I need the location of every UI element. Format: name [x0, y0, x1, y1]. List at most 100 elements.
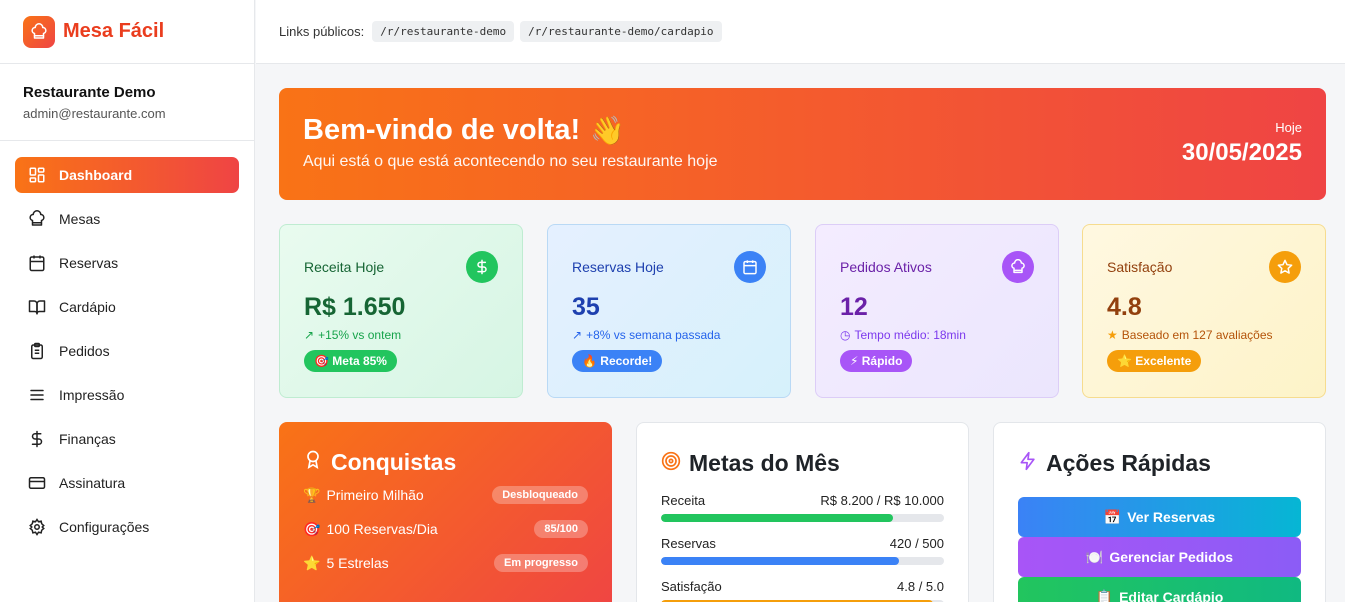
monthly-goals-title: Metas do Mês	[661, 447, 944, 479]
credit-card-icon	[27, 473, 47, 493]
dollar-icon	[27, 429, 47, 449]
quick-actions-panel: Ações Rápidas 📅 Ver Reservas 🍽️ Gerenciar …	[993, 422, 1326, 602]
public-link-menu[interactable]: /r/restaurante-demo/cardapio	[520, 21, 722, 42]
stat-label: Pedidos Ativos	[840, 259, 932, 275]
sidebar-item-label: Cardápio	[59, 299, 116, 315]
sidebar-item-label: Mesas	[59, 211, 101, 227]
quick-actions-title-text: Ações Rápidas	[1046, 449, 1211, 476]
star-icon: ⭐	[303, 554, 321, 571]
sidebar-item-label: Dashboard	[59, 167, 133, 183]
stat-label: Satisfação	[1107, 259, 1173, 275]
button-label: Editar Cardápio	[1119, 589, 1224, 602]
calendar-icon: 📅	[1103, 508, 1122, 525]
sidebar-item-reservas[interactable]: Reservas	[15, 245, 239, 281]
calendar-icon	[27, 253, 47, 273]
stat-label: Reservas Hoje	[572, 259, 664, 275]
sidebar-nav: Dashboard Mesas Reservas Cardápio Pedido…	[0, 141, 254, 545]
target-icon: 🎯	[303, 520, 321, 537]
sidebar-item-mesas[interactable]: Mesas	[15, 201, 239, 237]
goal-label: Satisfação	[661, 579, 722, 594]
stat-card-active-orders: Pedidos Ativos 12 ◷ Tempo médio: 18min ⚡ …	[815, 224, 1059, 398]
brand[interactable]: Mesa Fácil	[0, 0, 254, 64]
sidebar-item-assinatura[interactable]: Assinatura	[15, 465, 239, 501]
stat-badge: ⭐ Excelente	[1107, 350, 1202, 372]
achievement-status-badge: 85/100	[534, 520, 588, 538]
stat-card-reservations: Reservas Hoje 35 ↗ +8% vs semana passada …	[547, 224, 791, 398]
sidebar-item-label: Pedidos	[59, 343, 110, 359]
sidebar-item-pedidos[interactable]: Pedidos	[15, 333, 239, 369]
stat-trend-text: +8% vs semana passada	[586, 328, 721, 342]
goal-progress-fill	[661, 557, 899, 565]
gear-icon	[27, 517, 47, 537]
clipboard-icon: 📋	[1095, 588, 1114, 602]
sidebar-item-financas[interactable]: Finanças	[15, 421, 239, 457]
achievements-title-text: Conquistas	[331, 448, 457, 475]
menu-lines-icon	[27, 385, 47, 405]
achievements-title: Conquistas	[303, 446, 588, 478]
view-reservations-button[interactable]: 📅 Ver Reservas	[1018, 497, 1301, 537]
account-email: admin@restaurante.com	[23, 106, 166, 121]
today-date-block: Hoje 30/05/2025	[1182, 120, 1302, 167]
trending-up-icon: ↗	[304, 328, 315, 342]
goal-label: Reservas	[661, 536, 716, 551]
goal-value: R$ 8.200 / R$ 10.000	[820, 493, 944, 508]
edit-menu-button[interactable]: 📋 Editar Cardápio	[1018, 577, 1301, 602]
goal-label: Receita	[661, 493, 706, 508]
goal-row: Satisfação 4.8 / 5.0	[661, 579, 944, 602]
sidebar-item-configuracoes[interactable]: Configurações	[15, 509, 239, 545]
stat-value: 12	[840, 293, 868, 321]
stat-trend: ◷ Tempo médio: 18min	[840, 328, 1034, 342]
welcome-title-text: Bem-vindo de volta!	[303, 114, 581, 146]
stat-value: 4.8	[1107, 293, 1142, 321]
chef-hat-icon	[27, 209, 47, 229]
grid-icon	[27, 165, 47, 185]
stat-value: 35	[572, 293, 600, 321]
sidebar-item-cardapio[interactable]: Cardápio	[15, 289, 239, 325]
sidebar-item-label: Reservas	[59, 255, 119, 271]
quick-actions-title: Ações Rápidas	[1018, 447, 1301, 479]
stat-trend: ↗ +8% vs semana passada	[572, 328, 766, 342]
welcome-subtitle: Aqui está o que está acontecendo no seu …	[303, 153, 718, 170]
goal-value: 420 / 500	[889, 536, 944, 551]
account-info: Restaurante Demo admin@restaurante.com	[0, 64, 254, 141]
sidebar-item-label: Assinatura	[59, 475, 126, 491]
today-label: Hoje	[1275, 120, 1302, 135]
achievement-status-badge: Em progresso	[494, 554, 588, 572]
achievement-item: 🏆 Primeiro Milhão Desbloqueado	[303, 478, 588, 512]
clipboard-icon	[27, 341, 47, 361]
lightning-icon	[1018, 450, 1038, 477]
achievement-label: 5 Estrelas	[326, 555, 389, 571]
chef-hat-icon	[23, 15, 55, 48]
sidebar-item-dashboard[interactable]: Dashboard	[15, 157, 239, 193]
welcome-title: Bem-vindo de volta! 👋	[303, 114, 1302, 147]
public-links-label: Links públicos:	[279, 24, 365, 39]
sidebar: Mesa Fácil Restaurante Demo admin@restau…	[0, 0, 255, 602]
manage-orders-button[interactable]: 🍽️ Gerenciar Pedidos	[1018, 537, 1301, 577]
goal-progress-bar	[661, 557, 944, 565]
stat-value: R$ 1.650	[304, 293, 406, 321]
top-bar: Links públicos: /r/restaurante-demo /r/r…	[256, 0, 1345, 64]
stat-label: Receita Hoje	[304, 259, 385, 275]
sidebar-item-label: Finanças	[59, 431, 116, 447]
award-icon	[303, 448, 323, 476]
stat-badge: 🎯 Meta 85%	[304, 350, 397, 372]
stat-trend: ★ Baseado em 127 avaliações	[1107, 328, 1301, 342]
stat-card-revenue: Receita Hoje R$ 1.650 ↗ +15% vs ontem 🎯 M…	[279, 224, 523, 398]
stat-badge: 🔥 Recorde!	[572, 350, 663, 372]
calendar-icon	[734, 251, 766, 283]
star-icon: ★	[1107, 328, 1118, 342]
achievement-label: 100 Reservas/Dia	[326, 521, 438, 537]
goal-progress-bar	[661, 514, 944, 522]
button-label: Ver Reservas	[1127, 509, 1216, 525]
target-icon	[661, 450, 681, 477]
today-date: 30/05/2025	[1181, 139, 1302, 166]
sidebar-item-impressao[interactable]: Impressão	[15, 377, 239, 413]
monthly-goals-panel: Metas do Mês Receita R$ 8.200 / R$ 10.000…	[636, 422, 969, 602]
trending-up-icon: ↗	[572, 328, 583, 342]
stat-trend-text: Baseado em 127 avaliações	[1121, 328, 1273, 342]
sidebar-item-label: Configurações	[59, 519, 150, 535]
public-link-restaurant[interactable]: /r/restaurante-demo	[372, 21, 515, 42]
welcome-banner: Bem-vindo de volta! 👋 Aqui está o que es…	[279, 88, 1326, 200]
achievement-label: Primeiro Milhão	[326, 487, 424, 503]
clock-icon: ◷	[840, 328, 851, 342]
